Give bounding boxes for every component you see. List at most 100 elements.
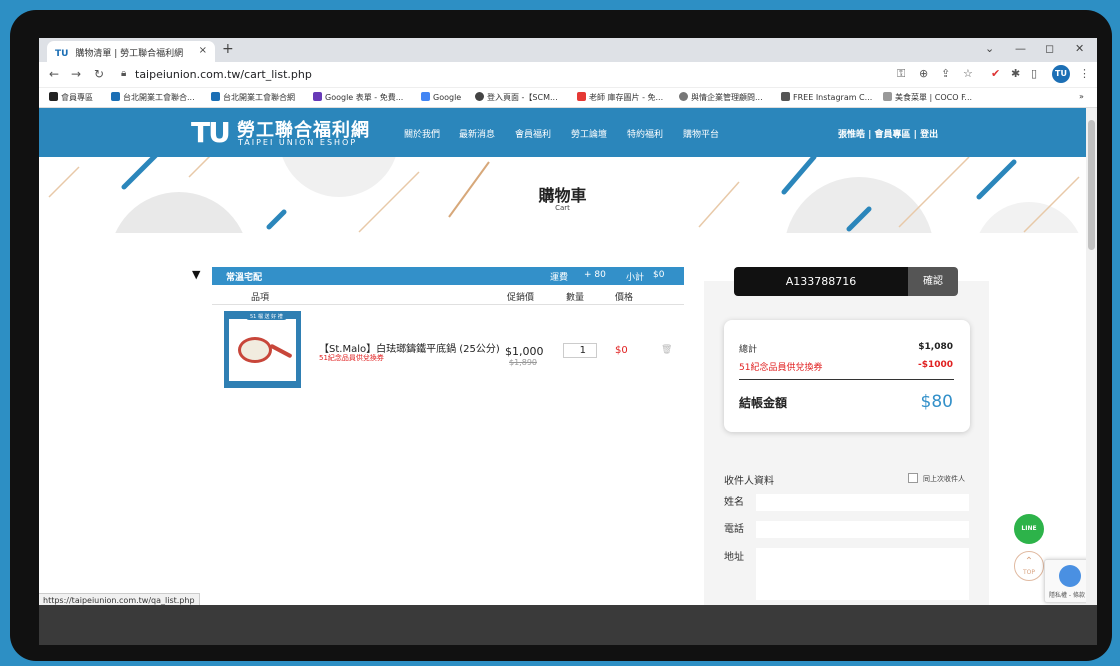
order-summary-card: 總計 $1,080 51紀念品員供兌換券 -$1000 結帳金額 $80: [724, 320, 970, 432]
bookmark-item[interactable]: Google 表單 - 免費...: [313, 92, 403, 103]
page-subtitle: Cart: [555, 204, 570, 212]
page-title: 購物車: [538, 186, 587, 205]
nav-special[interactable]: 特約福利: [627, 127, 663, 140]
bookmark-item[interactable]: 登入頁面 -【SCM...: [475, 92, 558, 103]
coupon-confirm-button[interactable]: 確認: [908, 267, 958, 296]
discount-label: 51紀念品員供兌換券: [739, 363, 823, 373]
collapse-triangle-icon[interactable]: ▼: [192, 268, 200, 281]
bookmark-item[interactable]: 會員專區: [49, 92, 93, 103]
recipient-title: 收件人資料: [724, 476, 774, 487]
line-chat-button[interactable]: LINE: [1014, 514, 1044, 544]
item-price: $0: [615, 345, 628, 356]
bookmark-icon: [781, 92, 790, 101]
product-image[interactable]: 51 檔 送 好 禮: [224, 311, 301, 388]
minimize-icon[interactable]: —: [1015, 42, 1026, 55]
bookmark-item[interactable]: Google: [421, 92, 461, 102]
same-as-last-label[interactable]: 同上次收件人: [923, 474, 965, 484]
address-label: 地址: [724, 552, 744, 563]
key-icon[interactable]: ⚿: [897, 67, 905, 81]
section-subtotal-label: 小計: [626, 273, 645, 283]
new-tab-button[interactable]: +: [222, 41, 234, 57]
bookmarks-more-button[interactable]: »: [1079, 92, 1084, 101]
site-logo-mark[interactable]: TU: [191, 116, 231, 149]
back-icon[interactable]: ←: [49, 67, 59, 81]
lock-icon[interactable]: 🔒︎: [121, 68, 126, 79]
forward-icon[interactable]: →: [71, 67, 81, 81]
promo-price: $1,000: [505, 345, 544, 358]
address-toolbar: ← → ↻ 🔒︎ taipeiunion.com.tw/cart_list.ph…: [39, 62, 1097, 88]
checkout-amount-value: $80: [920, 392, 953, 412]
coupon-code-field[interactable]: A133788716: [734, 267, 908, 296]
page-scrollbar[interactable]: [1086, 108, 1097, 645]
bookmark-item[interactable]: 老師 庫存圖片 - 免...: [577, 92, 663, 103]
user-links[interactable]: 張惟皓 | 會員專區 | 登出: [838, 127, 938, 140]
quantity-input[interactable]: 1: [563, 343, 597, 358]
nav-news[interactable]: 最新消息: [459, 127, 495, 140]
close-tab-icon[interactable]: ×: [199, 45, 207, 56]
tab-search-icon[interactable]: ⌄: [985, 42, 994, 55]
tab-strip: TU 購物清單 | 勞工聯合福利網 × + ⌄ — ◻ ✕: [39, 38, 1097, 62]
browser-window: TU 購物清單 | 勞工聯合福利網 × + ⌄ — ◻ ✕ ← → ↻ 🔒︎ t…: [39, 38, 1097, 645]
share-icon[interactable]: ⇪: [941, 67, 950, 80]
trash-icon[interactable]: 🗑︎: [661, 345, 672, 355]
divider: [212, 304, 684, 305]
arrow-up-icon: ⌃: [1024, 556, 1034, 567]
bookmark-icon: [883, 92, 892, 101]
scrollbar-thumb[interactable]: [1088, 120, 1095, 250]
tab-favicon-icon: TU: [55, 49, 69, 59]
column-header-promo-price: 促銷價: [507, 293, 535, 303]
same-as-last-checkbox[interactable]: [908, 473, 918, 483]
pan-illustration: [238, 337, 272, 363]
bookmark-item[interactable]: FREE Instagram C...: [781, 92, 872, 102]
address-field[interactable]: [756, 548, 969, 600]
reload-icon[interactable]: ↻: [94, 67, 104, 81]
bookmark-item[interactable]: 台北開業工會聯合網: [211, 92, 295, 103]
nav-about[interactable]: 關於我們: [404, 127, 440, 140]
browser-tab[interactable]: TU 購物清單 | 勞工聯合福利網 ×: [47, 41, 215, 62]
menu-dots-icon[interactable]: ⋮: [1079, 67, 1090, 80]
bookmark-icon: [679, 92, 688, 101]
maximize-icon[interactable]: ◻: [1045, 42, 1054, 55]
bookmark-item[interactable]: 台北開業工會聯合...: [111, 92, 195, 103]
section-title: 常溫宅配: [226, 273, 263, 283]
bookmark-icon: [421, 92, 430, 101]
name-field[interactable]: [756, 494, 969, 511]
bookmarks-bar: 會員專區 台北開業工會聯合... 台北開業工會聯合網 Google 表單 - 免…: [39, 88, 1097, 108]
name-label: 姓名: [724, 497, 744, 508]
bookmark-icon: [577, 92, 586, 101]
pan-handle-illustration: [269, 343, 293, 359]
discount-value: -$1000: [917, 360, 953, 370]
shipping-label: 運費: [550, 273, 569, 283]
device-bottom-bar: [39, 605, 1097, 645]
back-to-top-label: TOP: [1022, 569, 1035, 576]
bookmark-icon: [49, 92, 58, 101]
nav-benefits[interactable]: 會員福利: [515, 127, 551, 140]
tab-title: 購物清單 | 勞工聯合福利網: [75, 49, 184, 59]
phone-field[interactable]: [756, 521, 969, 538]
nav-forum[interactable]: 勞工論壇: [571, 127, 607, 140]
site-logo-subtitle: TAIPEI UNION ESHOP: [238, 138, 358, 147]
phone-label: 電話: [724, 524, 744, 535]
total-value: $1,080: [918, 342, 953, 352]
back-to-top-button[interactable]: ⌃ TOP: [1014, 551, 1044, 581]
url-field[interactable]: taipeiunion.com.tw/cart_list.php: [135, 68, 312, 81]
side-panel-icon[interactable]: ▯: [1031, 67, 1037, 80]
zoom-icon[interactable]: ⊕: [919, 67, 928, 80]
product-image-frame: [229, 319, 296, 381]
total-label: 總計: [739, 345, 758, 355]
nav-shop[interactable]: 購物平台: [683, 127, 719, 140]
extensions-puzzle-icon[interactable]: ✱: [1011, 67, 1020, 80]
recaptcha-text[interactable]: 隱私權 - 條款: [1049, 590, 1085, 599]
product-note: 51紀念品員供兌換券: [319, 354, 384, 362]
recaptcha-icon: [1059, 565, 1081, 587]
extension-icon[interactable]: ✔: [991, 67, 1000, 80]
bookmark-icon: [211, 92, 220, 101]
bookmark-icon: [111, 92, 120, 101]
cart-section-header: 常溫宅配 運費 + 80 小計 $0: [212, 267, 684, 285]
checkout-amount-label: 結帳金額: [739, 396, 788, 410]
bookmark-item[interactable]: 美食菜單 | COCO F...: [883, 92, 972, 103]
bookmark-item[interactable]: 與情企業管理顧問...: [679, 92, 763, 103]
close-window-icon[interactable]: ✕: [1075, 42, 1084, 55]
profile-avatar[interactable]: TU: [1052, 65, 1070, 83]
bookmark-star-icon[interactable]: ☆: [963, 67, 973, 80]
